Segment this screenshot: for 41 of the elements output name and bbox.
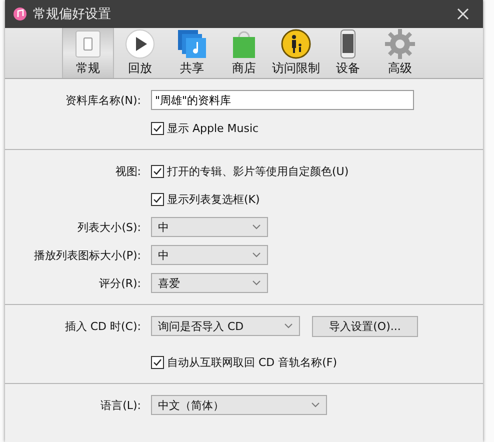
import-settings-button[interactable]: 导入设置(O)... xyxy=(312,316,418,336)
field-label: 资料库名称(N): xyxy=(64,92,141,108)
checkbox[interactable]: 显示列表复选框(K) xyxy=(151,192,260,206)
dropdown[interactable]: 询问是否导入 CD xyxy=(151,316,300,336)
field-label: 评分(R): xyxy=(98,276,141,290)
checkmark-icon xyxy=(153,194,162,204)
music-app-icon xyxy=(13,7,27,21)
field-label: 插入 CD 时(C): xyxy=(64,318,141,334)
field-label: 播放列表图标大小(P): xyxy=(33,248,141,262)
music-note-icon xyxy=(177,29,207,59)
library-name-field[interactable]: "周雄"的资料库 xyxy=(151,90,414,110)
toolbar-tab[interactable]: 共享 xyxy=(166,28,218,78)
checkmark-icon xyxy=(153,358,162,366)
toolbar-tab[interactable]: 高级 xyxy=(374,28,426,78)
close-icon[interactable] xyxy=(457,8,469,20)
checkbox[interactable]: 显示 Apple Music xyxy=(151,120,259,136)
chevron-icon xyxy=(284,323,293,329)
field-label: 列表大小(S): xyxy=(76,220,141,234)
dropdown[interactable]: 中 xyxy=(151,245,268,265)
chevron-icon xyxy=(311,402,320,408)
field-label: 语言(L): xyxy=(100,398,141,412)
window-title: 常规偏好设置 xyxy=(33,6,112,23)
field-label: 视图: xyxy=(114,164,141,178)
checkmark-icon xyxy=(153,166,162,176)
checkbox[interactable]: 打开的专辑、影片等使用自定颜色(U) xyxy=(151,164,349,178)
switch-icon xyxy=(73,29,103,59)
checkmark-icon xyxy=(153,124,162,132)
dropdown[interactable]: 中 xyxy=(151,217,268,237)
toolbar-tab[interactable]: 访问限制 xyxy=(270,28,322,78)
chevron-icon xyxy=(252,252,261,258)
toolbar-tab[interactable]: 回放 xyxy=(114,28,166,78)
parent-child-icon xyxy=(281,29,311,59)
toolbar-tab[interactable]: 商店 xyxy=(218,28,270,78)
toolbar-tab[interactable]: 常规 xyxy=(62,28,114,78)
dropdown[interactable]: 中文（简体） xyxy=(151,395,327,415)
settings-icon xyxy=(385,29,415,59)
chevron-icon xyxy=(252,224,261,230)
dropdown[interactable]: 喜爱 xyxy=(151,273,268,293)
checkbox[interactable]: 自动从互联网取回 CD 音轨名称(F) xyxy=(151,354,338,370)
chevron-icon xyxy=(252,280,261,286)
toolbar-tab[interactable]: 设备 xyxy=(322,28,374,78)
